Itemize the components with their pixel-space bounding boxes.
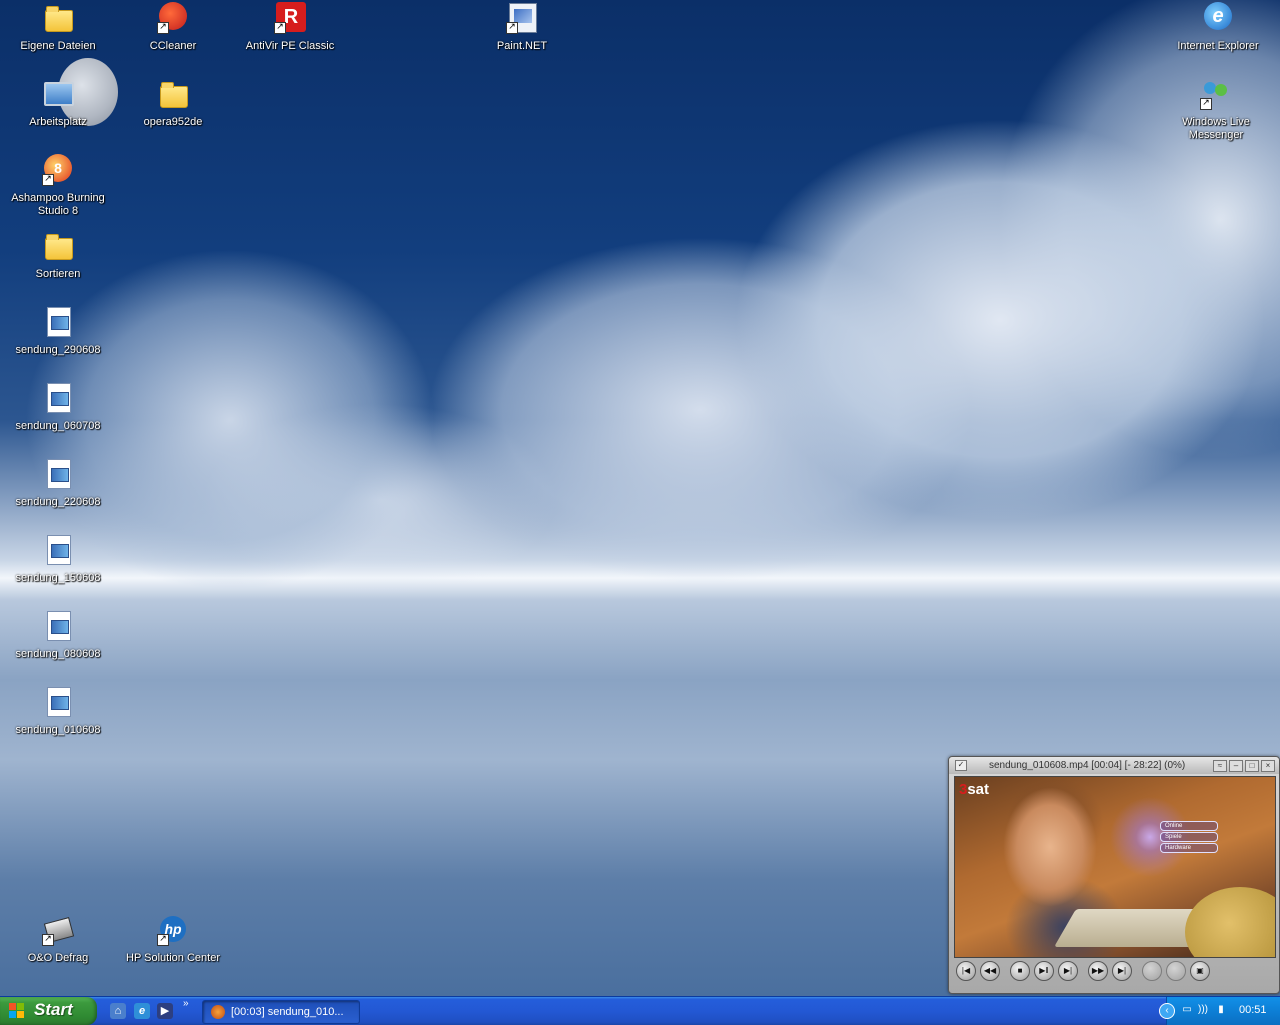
mute-icon[interactable]	[1166, 961, 1186, 981]
desktop-icon-sendung-060708[interactable]: sendung_060708	[10, 382, 106, 433]
my-documents-icon	[42, 2, 74, 34]
paintnet-icon: ↗	[506, 2, 538, 34]
rewind-icon[interactable]: ◀◀	[980, 961, 1000, 981]
desktop-icon-sendung-010608[interactable]: sendung_010608	[10, 686, 106, 737]
desktop-icon-sendung-080608[interactable]: sendung_080608	[10, 610, 106, 661]
skip-forward-icon[interactable]: ▶|	[1112, 961, 1132, 981]
snap-icon[interactable]: ≈	[1213, 760, 1227, 772]
desktop-icon-sortieren[interactable]: Sortieren	[10, 230, 106, 281]
start-label: Start	[34, 1000, 73, 1019]
video-frame[interactable]: 3sat Online Spiele Hardware	[954, 776, 1276, 958]
icon-label: Eigene Dateien	[20, 40, 96, 52]
desktop-icon-ashampoo[interactable]: 8 ↗ Ashampoo Burning Studio 8	[10, 154, 106, 218]
desktop-icon-hp-solution-center[interactable]: hp ↗ HP Solution Center	[125, 914, 221, 965]
desktop-icon-sendung-290608[interactable]: sendung_290608	[10, 306, 106, 357]
ccleaner-icon: ↗	[157, 2, 189, 34]
stop-icon[interactable]: ■	[1010, 961, 1030, 981]
icon-label: AntiVir PE Classic	[245, 40, 335, 52]
video-file-icon	[42, 534, 74, 566]
desktop-icon-antivir[interactable]: R ↗ AntiVir PE Classic	[242, 2, 338, 53]
icon-label: CCleaner	[149, 40, 197, 52]
icon-label: Internet Explorer	[1177, 40, 1259, 52]
desktop-icon-arbeitsplatz[interactable]: Arbeitsplatz	[10, 78, 106, 129]
player-title-bar[interactable]: ✓ sendung_010608.mp4 [00:04] [- 28:22] (…	[949, 757, 1279, 774]
desktop-icon-internet-explorer[interactable]: e Internet Explorer	[1170, 2, 1266, 53]
fullscreen-icon[interactable]: ▣	[1190, 961, 1210, 981]
my-computer-icon	[42, 78, 74, 110]
signal-icon[interactable]: ▮	[1215, 1004, 1227, 1016]
icon-label: Arbeitsplatz	[29, 116, 87, 128]
icon-label: Ashampoo Burning Studio 8	[11, 192, 105, 217]
desktop-icon-sendung-150608[interactable]: sendung_150608	[10, 534, 106, 585]
player-controls: |◀ ◀◀ ■ ▶‖ ▶| ▶▶ ▶| ▣	[954, 960, 1272, 982]
task-label: [00:03] sendung_010...	[231, 1006, 344, 1018]
desktop-icon-opera952de[interactable]: opera952de	[125, 78, 221, 129]
frame-step-icon[interactable]: ▶|	[1058, 961, 1078, 981]
desktop-icon-windows-live-messenger[interactable]: ↗ Windows Live Messenger	[1168, 78, 1264, 142]
icon-label: O&O Defrag	[27, 952, 89, 964]
start-button[interactable]: Start	[0, 997, 97, 1025]
ashampoo-icon: 8 ↗	[42, 154, 74, 186]
antivir-icon: R ↗	[274, 2, 306, 34]
quicklaunch-media-player-icon[interactable]: ▶	[157, 1003, 173, 1019]
icon-label: Sortieren	[35, 268, 81, 280]
fast-forward-icon[interactable]: ▶▶	[1088, 961, 1108, 981]
icon-label: sendung_080608	[15, 648, 101, 660]
video-menu-item: Spiele	[1160, 832, 1218, 842]
video-menu-item: Hardware	[1160, 843, 1218, 853]
icon-label: opera952de	[143, 116, 203, 128]
clock: 00:51	[1239, 1004, 1267, 1016]
defrag-icon: ↗	[42, 914, 75, 946]
volume-icon[interactable]	[1142, 961, 1162, 981]
icon-label: Windows Live Messenger	[1182, 116, 1250, 141]
system-tray: ‹ ▭ ))) ▮ 00:51	[1159, 997, 1280, 1025]
icon-label: Paint.NET	[496, 40, 548, 52]
player-app-icon	[211, 1005, 225, 1019]
windows-logo-icon	[9, 1003, 25, 1019]
desktop-icon-paintnet[interactable]: ↗ Paint.NET	[474, 2, 570, 53]
internet-explorer-icon: e	[1202, 2, 1234, 34]
minimize-icon[interactable]: –	[1229, 760, 1243, 772]
taskbar: Start ⌂ e ▶ » [00:03] sendung_010... ‹ ▭…	[0, 996, 1280, 1025]
desktop-icon-eigene-dateien[interactable]: Eigene Dateien	[10, 2, 106, 53]
quicklaunch-more-icon[interactable]: »	[183, 998, 189, 1009]
close-icon[interactable]: ×	[1261, 760, 1275, 772]
desktop-icon-ccleaner[interactable]: ↗ CCleaner	[125, 2, 221, 53]
hp-icon: hp ↗	[157, 914, 189, 946]
maximize-icon[interactable]: □	[1245, 760, 1259, 772]
network-icon[interactable]: ▭	[1181, 1004, 1193, 1016]
check-icon[interactable]: ✓	[955, 760, 967, 771]
video-file-icon	[42, 686, 74, 718]
player-title: sendung_010608.mp4 [00:04] [- 28:22] (0%…	[989, 760, 1186, 771]
play-pause-icon[interactable]: ▶‖	[1034, 961, 1054, 981]
skip-back-icon[interactable]: |◀	[956, 961, 976, 981]
desktop-icon-sendung-220608[interactable]: sendung_220608	[10, 458, 106, 509]
icon-label: HP Solution Center	[126, 952, 220, 964]
icon-label: sendung_010608	[15, 724, 101, 736]
quicklaunch-internet-explorer-icon[interactable]: e	[134, 1003, 150, 1019]
video-pillow	[1185, 887, 1275, 957]
icon-label: sendung_220608	[15, 496, 101, 508]
media-player-window[interactable]: ✓ sendung_010608.mp4 [00:04] [- 28:22] (…	[948, 756, 1280, 994]
desktop-icon-oo-defrag[interactable]: ↗ O&O Defrag	[10, 914, 106, 965]
messenger-icon: ↗	[1200, 78, 1232, 110]
channel-logo: 3sat	[959, 781, 990, 798]
video-menu-item: Online	[1160, 821, 1218, 831]
folder-icon	[42, 230, 74, 262]
video-file-icon	[42, 458, 74, 490]
quicklaunch-show-desktop-icon[interactable]: ⌂	[110, 1003, 126, 1019]
video-file-icon	[42, 382, 74, 414]
wireless-icon[interactable]: )))	[1197, 1004, 1209, 1016]
video-file-icon	[42, 306, 74, 338]
video-file-icon	[42, 610, 74, 642]
tray-expand-icon[interactable]: ‹	[1159, 1003, 1175, 1019]
folder-icon	[157, 78, 189, 110]
taskbar-task-player[interactable]: [00:03] sendung_010...	[202, 1000, 360, 1024]
icon-label: sendung_290608	[15, 344, 101, 356]
icon-label: sendung_150608	[15, 572, 101, 584]
icon-label: sendung_060708	[15, 420, 101, 432]
